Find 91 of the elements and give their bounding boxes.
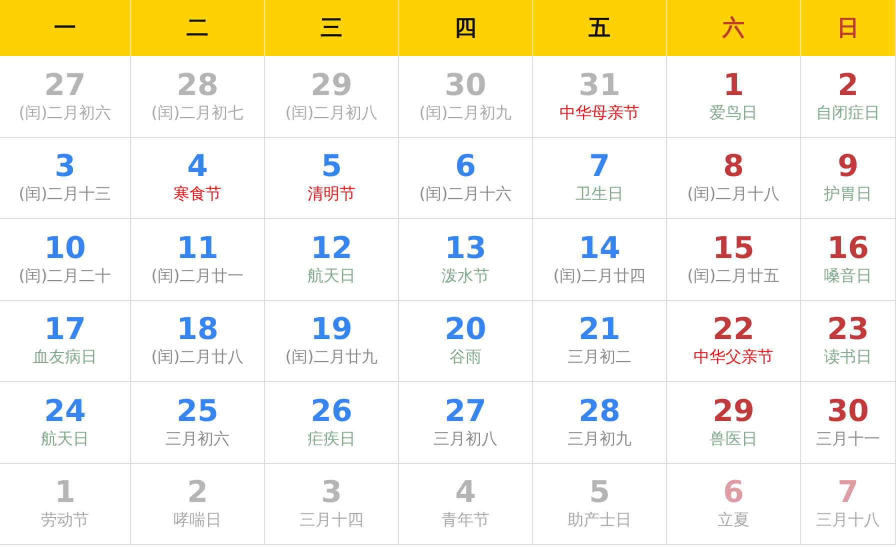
- day-number[interactable]: 14: [578, 234, 620, 264]
- day-note: (闰)二月初八: [285, 102, 378, 122]
- day-number[interactable]: 28: [578, 396, 620, 427]
- day-note: (闰)二月廿九: [285, 347, 378, 366]
- day-note: (闰)二月二十: [18, 266, 112, 285]
- day-note: 卫生日: [576, 184, 624, 204]
- day-number[interactable]: 4: [187, 152, 208, 182]
- day-number[interactable]: 5: [321, 152, 342, 182]
- day-note: 立夏: [718, 510, 750, 530]
- day-number[interactable]: 20: [444, 315, 486, 346]
- day-number[interactable]: 24: [44, 396, 86, 427]
- day-note: 劳动节: [41, 510, 89, 530]
- day-number[interactable]: 12: [310, 234, 352, 264]
- day-number[interactable]: 1: [723, 70, 744, 101]
- day-note: 读书日: [824, 347, 872, 366]
- day-number[interactable]: 1: [54, 478, 76, 508]
- day-number[interactable]: 7: [589, 152, 610, 182]
- day-number[interactable]: 6: [455, 152, 476, 182]
- day-number[interactable]: 31: [578, 70, 620, 101]
- day-note: 疟疾日: [308, 428, 356, 448]
- day-note: 青年节: [442, 510, 490, 530]
- day-note: 三月初六: [166, 428, 230, 448]
- day-number[interactable]: 2: [187, 478, 208, 508]
- weekday-header: 一: [0, 0, 131, 56]
- day-note: 中华父亲节: [694, 347, 774, 366]
- day-number[interactable]: 18: [176, 315, 218, 346]
- day-number[interactable]: 16: [827, 234, 869, 264]
- day-number[interactable]: 15: [712, 234, 754, 264]
- day-note: 兽医日: [710, 428, 758, 448]
- day-number[interactable]: 10: [44, 234, 86, 264]
- day-note: (闰)二月廿四: [553, 266, 646, 285]
- day-number[interactable]: 6: [723, 478, 744, 508]
- day-note: 三月初二: [568, 347, 632, 366]
- day-note: 航天日: [308, 266, 356, 285]
- day-note: 三月十一: [816, 428, 880, 448]
- day-note: 谷雨: [450, 347, 482, 366]
- day-number[interactable]: 29: [712, 396, 754, 427]
- day-note: 护胃日: [824, 184, 872, 204]
- day-note: 三月十四: [300, 510, 364, 530]
- weekday-header: 五: [533, 0, 667, 56]
- day-note: 自闭症日: [816, 102, 880, 122]
- day-note: (闰)二月廿一: [151, 266, 244, 285]
- day-number[interactable]: 13: [444, 234, 486, 264]
- day-note: 嗓音日: [824, 266, 872, 285]
- day-note: (闰)二月十三: [18, 184, 112, 204]
- day-note: (闰)二月十八: [687, 184, 780, 204]
- day-note: (闰)二月初九: [419, 102, 512, 122]
- day-number[interactable]: 11: [176, 234, 218, 264]
- day-note: 爱鸟日: [710, 102, 758, 122]
- day-number[interactable]: 3: [321, 478, 342, 508]
- day-number[interactable]: 4: [455, 478, 476, 508]
- day-number[interactable]: 2: [838, 70, 858, 101]
- weekday-header: 二: [131, 0, 265, 56]
- day-number[interactable]: 26: [310, 396, 352, 427]
- day-number[interactable]: 21: [578, 315, 620, 346]
- day-note: 清明节: [308, 184, 356, 204]
- day-number[interactable]: 9: [838, 152, 858, 182]
- day-number[interactable]: 27: [44, 70, 86, 101]
- day-note: 中华母亲节: [560, 102, 640, 122]
- day-note: 三月初九: [568, 428, 632, 448]
- weekday-header: 日: [801, 0, 896, 56]
- day-number[interactable]: 17: [44, 315, 86, 346]
- weekday-header: 四: [399, 0, 533, 56]
- weekday-header: 六: [667, 0, 801, 56]
- day-note: 助产士日: [568, 510, 632, 530]
- day-note: 航天日: [41, 428, 89, 448]
- day-number[interactable]: 28: [176, 70, 218, 101]
- day-number[interactable]: 29: [310, 70, 352, 101]
- day-number[interactable]: 3: [54, 152, 76, 182]
- day-note: (闰)二月十六: [419, 184, 512, 204]
- day-note: (闰)二月廿五: [687, 266, 780, 285]
- day-number[interactable]: 30: [444, 70, 486, 101]
- day-number[interactable]: 5: [589, 478, 610, 508]
- day-number[interactable]: 27: [444, 396, 486, 427]
- day-number[interactable]: 30: [827, 396, 869, 427]
- day-note: 泼水节: [442, 266, 490, 285]
- day-note: 三月十八: [816, 510, 880, 530]
- day-number[interactable]: 19: [310, 315, 352, 346]
- day-note: 寒食节: [174, 184, 222, 204]
- day-number[interactable]: 23: [827, 315, 869, 346]
- weekday-header: 三: [265, 0, 399, 56]
- day-note: 三月初八: [434, 428, 498, 448]
- day-note: (闰)二月初六: [18, 102, 112, 122]
- day-number[interactable]: 8: [723, 152, 744, 182]
- day-note: (闰)二月初七: [151, 102, 244, 122]
- day-note: 血友病日: [33, 347, 97, 366]
- day-note: (闰)二月廿八: [151, 347, 244, 366]
- day-number[interactable]: 22: [712, 315, 754, 346]
- day-number[interactable]: 25: [176, 396, 218, 427]
- day-note: 哮喘日: [174, 510, 222, 530]
- day-number[interactable]: 7: [838, 478, 858, 508]
